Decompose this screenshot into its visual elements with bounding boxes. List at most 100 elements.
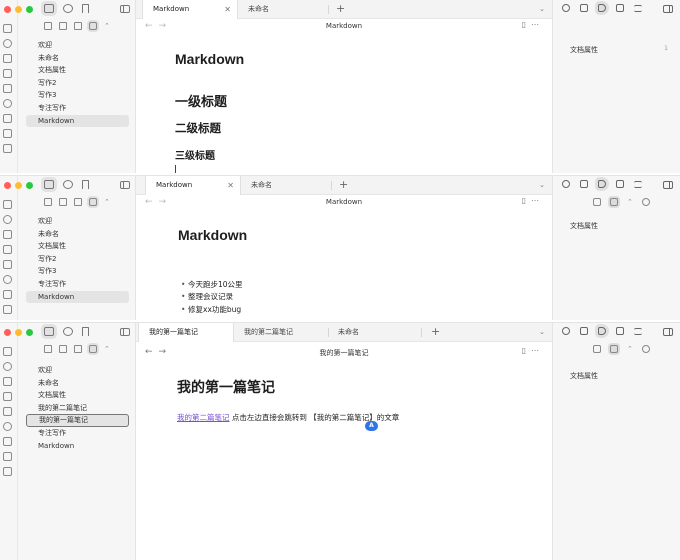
tab-list-chevron-icon[interactable]: ⌄	[539, 323, 545, 341]
file-item[interactable]: 欢迎	[26, 215, 129, 228]
folder-icon[interactable]	[44, 327, 54, 336]
sort-icon[interactable]	[74, 198, 82, 206]
file-item[interactable]: 专注写作	[26, 278, 129, 291]
terminal-icon[interactable]	[3, 437, 12, 446]
collapse-all-icon[interactable]	[89, 345, 97, 353]
outgoing-link-icon[interactable]	[580, 327, 588, 335]
search-icon[interactable]	[641, 198, 650, 206]
new-tab-icon[interactable]: +	[336, 0, 345, 18]
chevron-updown-icon[interactable]: ⌃	[627, 345, 633, 353]
new-tab-icon[interactable]: +	[339, 176, 348, 194]
toggle-left-sidebar-icon[interactable]	[120, 5, 130, 13]
new-note-icon[interactable]	[44, 22, 52, 30]
close-window-button[interactable]	[4, 182, 11, 189]
file-item[interactable]: 未命名	[26, 52, 129, 65]
tab-markdown[interactable]: Markdown ✕	[145, 176, 241, 195]
canvas-icon[interactable]	[3, 377, 12, 386]
outline-icon[interactable]	[634, 180, 642, 188]
sort-icon[interactable]	[610, 345, 618, 353]
sort-icon[interactable]	[74, 345, 82, 353]
tag-icon[interactable]	[598, 327, 606, 335]
copy-icon[interactable]	[3, 260, 12, 269]
templates-icon[interactable]	[3, 305, 12, 314]
tag-icon[interactable]	[598, 4, 606, 12]
file-item[interactable]: 专注写作	[26, 102, 129, 115]
sidebar-icon[interactable]	[3, 144, 12, 153]
file-item[interactable]: 文档属性	[26, 64, 129, 77]
terminal-icon[interactable]	[3, 114, 12, 123]
new-folder-icon[interactable]	[59, 198, 67, 206]
search-icon[interactable]	[63, 4, 73, 13]
expand-icon[interactable]	[593, 345, 601, 353]
view-actions-icon[interactable]: ▯⋯	[522, 346, 544, 355]
view-actions-icon[interactable]: ▯⋯	[522, 20, 544, 29]
file-item[interactable]: 未命名	[26, 228, 129, 241]
file-item[interactable]: 欢迎	[26, 364, 129, 377]
new-note-icon[interactable]	[44, 198, 52, 206]
file-item[interactable]: 写作3	[26, 265, 129, 278]
sort-icon[interactable]	[610, 198, 618, 206]
tab-markdown[interactable]: Markdown ✕	[142, 0, 238, 19]
toggle-right-sidebar-icon[interactable]	[663, 328, 673, 336]
editor-content[interactable]: 我的第一篇笔记 我的第二篇笔记 点击左边直接会跳转到 【我的第二篇笔记】的文章	[177, 361, 532, 423]
close-window-button[interactable]	[4, 6, 11, 13]
folder-icon[interactable]	[44, 4, 54, 13]
outline-icon[interactable]	[634, 4, 642, 12]
canvas-icon[interactable]	[3, 230, 12, 239]
bookmark-icon[interactable]	[82, 4, 89, 13]
link-icon[interactable]	[562, 327, 570, 335]
chevron-updown-icon[interactable]: ⌃	[627, 198, 633, 206]
new-note-icon[interactable]	[44, 345, 52, 353]
zoom-window-button[interactable]	[26, 182, 33, 189]
new-folder-icon[interactable]	[59, 345, 67, 353]
property-row[interactable]: 文档属性 1	[570, 45, 668, 55]
tag-icon[interactable]	[598, 180, 606, 188]
view-actions-icon[interactable]: ▯⋯	[522, 196, 544, 205]
help-icon[interactable]	[3, 422, 12, 431]
tab-untitled[interactable]: 未命名	[238, 0, 328, 19]
close-tab-icon[interactable]: ✕	[227, 176, 234, 195]
new-folder-icon[interactable]	[59, 22, 67, 30]
outgoing-link-icon[interactable]	[580, 4, 588, 12]
file-item[interactable]: 写作3	[26, 89, 129, 102]
minimize-window-button[interactable]	[15, 182, 22, 189]
tab-first-note[interactable]: 我的第一篇笔记	[138, 323, 234, 342]
bookmark-icon[interactable]	[82, 180, 89, 189]
folder-icon[interactable]	[44, 180, 54, 189]
minimize-window-button[interactable]	[15, 329, 22, 336]
file-item[interactable]: 我的第二篇笔记	[26, 402, 129, 415]
help-icon[interactable]	[3, 99, 12, 108]
toggle-right-sidebar-icon[interactable]	[663, 5, 673, 13]
property-row[interactable]: 文档属性	[570, 221, 668, 231]
sort-icon[interactable]	[74, 22, 82, 30]
close-tab-icon[interactable]: ✕	[224, 0, 231, 19]
outline-icon[interactable]	[634, 327, 642, 335]
calendar-icon[interactable]	[3, 69, 12, 78]
file-item[interactable]: 欢迎	[26, 39, 129, 52]
tab-list-chevron-icon[interactable]: ⌄	[539, 0, 545, 18]
chevron-updown-icon[interactable]: ⌃	[104, 22, 110, 30]
collapse-all-icon[interactable]	[89, 198, 97, 206]
copy-icon[interactable]	[3, 84, 12, 93]
tab-untitled[interactable]: 未命名	[328, 323, 420, 342]
calendar-icon[interactable]	[3, 392, 12, 401]
zoom-window-button[interactable]	[26, 329, 33, 336]
templates-icon[interactable]	[3, 452, 12, 461]
file-item[interactable]: 文档属性	[26, 389, 129, 402]
file-item[interactable]: 专注写作	[26, 427, 129, 440]
search-icon[interactable]	[641, 345, 650, 353]
copy-icon[interactable]	[3, 407, 12, 416]
file-item[interactable]: 写作2	[26, 77, 129, 90]
link-icon[interactable]	[562, 180, 570, 188]
file-item-active[interactable]: Markdown	[26, 114, 129, 128]
internal-link[interactable]: 我的第二篇笔记	[177, 413, 230, 422]
search-icon[interactable]	[63, 180, 73, 189]
file-item[interactable]: Markdown	[26, 440, 129, 453]
archive-icon[interactable]	[616, 180, 624, 188]
tab-second-note[interactable]: 我的第二篇笔记	[234, 323, 328, 342]
file-item[interactable]: 未命名	[26, 377, 129, 390]
close-window-button[interactable]	[4, 329, 11, 336]
file-item-active[interactable]: 我的第一篇笔记	[26, 414, 129, 427]
open-quick-switcher-icon[interactable]	[3, 24, 12, 33]
chevron-updown-icon[interactable]: ⌃	[104, 345, 110, 353]
